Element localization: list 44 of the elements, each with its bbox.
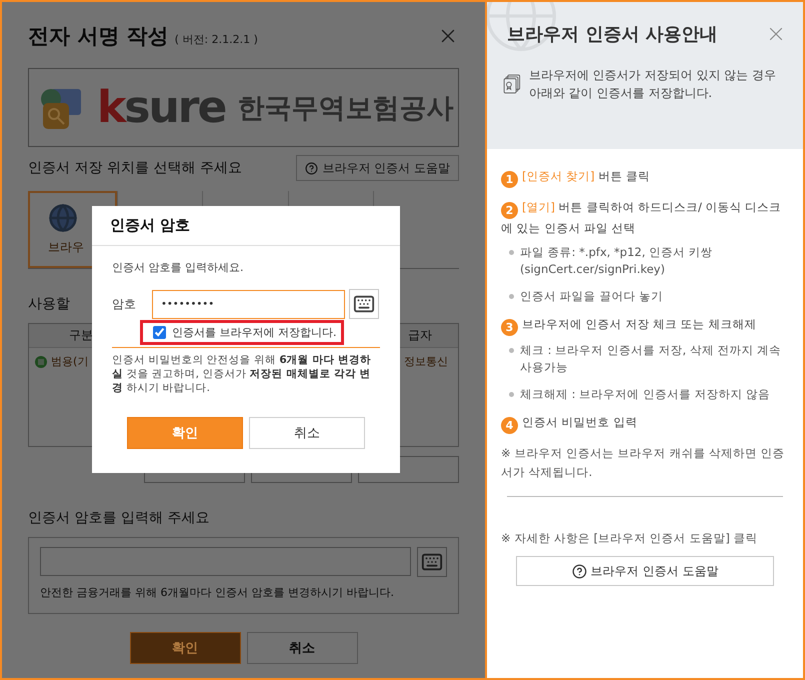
save-checkbox[interactable] bbox=[153, 326, 166, 339]
step-text: 1 [인증서 찾기] 버튼 클릭 bbox=[501, 167, 789, 188]
help-icon bbox=[572, 564, 587, 578]
confirm-button[interactable]: 확인 bbox=[130, 632, 240, 664]
certificate-list-label: 사용할 bbox=[28, 295, 70, 313]
bullet-text: 인증서 파일을 끌어다 놓기 bbox=[520, 288, 663, 305]
brand-logo: ksure bbox=[97, 82, 226, 133]
help-button[interactable]: 브라우저 인증서 도움말 bbox=[296, 155, 459, 181]
checkbox-label: 인증서를 브라우저에 저장합니다. bbox=[172, 325, 336, 340]
globe-icon bbox=[48, 203, 78, 233]
bullet-text: 파일 종류: *.pfx, *p12, 인증서 키쌍 (signCert.cer/signPri.key) bbox=[520, 244, 714, 278]
help-button[interactable]: 브라우저 인증서 도움말 bbox=[516, 556, 774, 586]
version-label: ( 버전: 2.1.2.1 ) bbox=[174, 32, 258, 46]
bullet-text: 체크해제 : 브라우저에 인증서를 저장하지 않음 bbox=[520, 386, 770, 403]
help-icon bbox=[305, 162, 318, 174]
step-text: 2 [열기] 버튼 클릭하여 하드디스크/ 이동식 디스크에 있는 인증서 파일 선택 bbox=[501, 199, 782, 237]
table-cell: 범용(기 bbox=[51, 354, 88, 369]
bullet-dot bbox=[509, 294, 514, 299]
company-name: 한국무역보험공사 bbox=[237, 92, 454, 126]
password-label: 암호 bbox=[112, 296, 137, 312]
detail-note: ※ 자세한 사항은 [브라우저 인증서 도움말] 클릭 bbox=[501, 530, 759, 547]
location-prompt: 인증서 저장 위치를 선택해 주세요 bbox=[28, 159, 242, 177]
guide-title: 브라우저 인증서 사용안내 bbox=[507, 23, 718, 46]
password-field[interactable] bbox=[40, 547, 411, 576]
password-input[interactable]: ••••••••• bbox=[152, 290, 345, 318]
password-hint: 안전한 금융거래를 위해 6개월마다 인증서 암호를 변경하시기 바랍니다. bbox=[40, 585, 395, 600]
confirm-button[interactable]: 확인 bbox=[127, 417, 243, 449]
modal-title: 인증서 암호 bbox=[92, 206, 400, 246]
step-text: 3 브라우저에 인증서 저장 체크 또는 체크해제 bbox=[501, 315, 789, 336]
cancel-button[interactable]: 취소 bbox=[249, 417, 365, 449]
table-cell: 정보통신 bbox=[404, 354, 448, 369]
bullet-dot bbox=[509, 250, 514, 255]
dialog-title: 전자 서명 작성 bbox=[28, 23, 169, 50]
column-header: 급자 bbox=[408, 327, 432, 344]
cancel-button[interactable]: 취소 bbox=[246, 632, 358, 664]
password-section-label: 인증서 암호를 입력해 주세요 bbox=[28, 509, 210, 527]
bullet-dot bbox=[509, 392, 514, 397]
guide-intro: 브라우저에 인증서가 저장되어 있지 않는 경우 아래와 같이 인증서를 저장합니다. bbox=[528, 67, 777, 102]
column-header: 구분 bbox=[69, 327, 93, 344]
bullet-dot bbox=[509, 348, 514, 353]
step-text: 4 인증서 비밀번호 입력 bbox=[501, 413, 789, 434]
cache-note: ※ 브라우저 인증서는 브라우저 캐쉬를 삭제하면 인증서가 삭제됩니다. bbox=[501, 445, 786, 481]
password-notice: 인증서 비밀번호의 안전성을 위해 6개월 마다 변경하실 것을 권고하며, 인증서가 저장된 매체별로 각각 변경 하시기 바랍니다. bbox=[112, 347, 380, 395]
bullet-text: 체크 : 브라우저 인증서를 저장, 삭제 전까지 계속 사용가능 bbox=[520, 342, 782, 376]
